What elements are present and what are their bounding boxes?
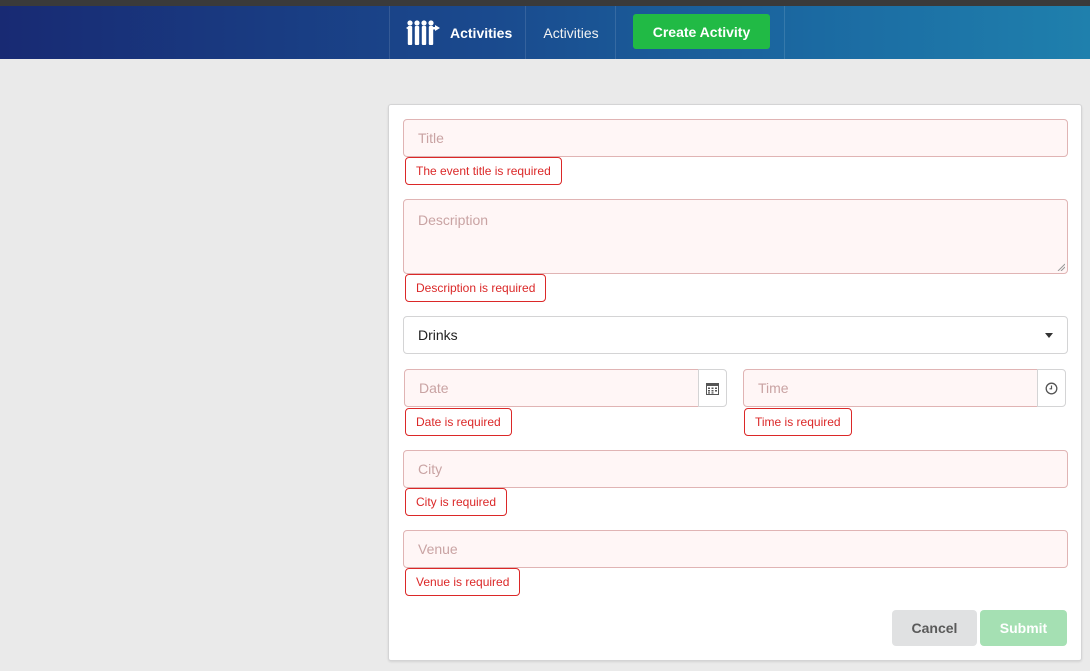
- time-error: Time is required: [744, 408, 852, 436]
- people-group-icon: [406, 19, 440, 45]
- submit-button[interactable]: Submit: [980, 610, 1067, 646]
- brand-link[interactable]: Activities: [389, 6, 526, 59]
- category-select[interactable]: Drinks: [403, 316, 1068, 354]
- brand-label: Activities: [450, 24, 513, 41]
- description-textarea[interactable]: Description: [403, 199, 1068, 274]
- clock-icon: [1045, 382, 1058, 394]
- nav-link-activities[interactable]: Activities: [525, 6, 616, 59]
- time-input[interactable]: Time: [743, 369, 1038, 407]
- city-placeholder: City: [418, 461, 443, 477]
- caret-down-icon: [1045, 332, 1053, 338]
- time-placeholder: Time: [758, 380, 789, 396]
- city-input[interactable]: City: [403, 450, 1068, 488]
- category-value: Drinks: [418, 327, 458, 343]
- date-input[interactable]: Date: [404, 369, 699, 407]
- description-error: Description is required: [405, 274, 547, 302]
- venue-input[interactable]: Venue: [403, 530, 1068, 568]
- date-error: Date is required: [405, 408, 512, 436]
- description-placeholder: Description: [418, 212, 489, 228]
- activity-form-card: Title The event title is required Descri…: [388, 104, 1082, 661]
- nav-create-wrapper: Create Activity: [615, 6, 785, 59]
- title-error: The event title is required: [405, 157, 562, 185]
- create-activity-button[interactable]: Create Activity: [633, 14, 770, 49]
- date-placeholder: Date: [419, 380, 449, 396]
- top-navbar: Activities Activities Create Activity: [0, 6, 1090, 59]
- date-picker-button[interactable]: [698, 369, 727, 407]
- title-input[interactable]: Title: [403, 119, 1068, 157]
- calendar-icon: [706, 382, 719, 395]
- cancel-button[interactable]: Cancel: [892, 610, 977, 646]
- resize-handle-icon[interactable]: [1057, 263, 1065, 271]
- city-error: City is required: [405, 488, 508, 516]
- venue-error: Venue is required: [405, 568, 521, 596]
- venue-placeholder: Venue: [418, 541, 458, 557]
- time-picker-button[interactable]: [1037, 369, 1066, 407]
- title-placeholder: Title: [418, 130, 444, 146]
